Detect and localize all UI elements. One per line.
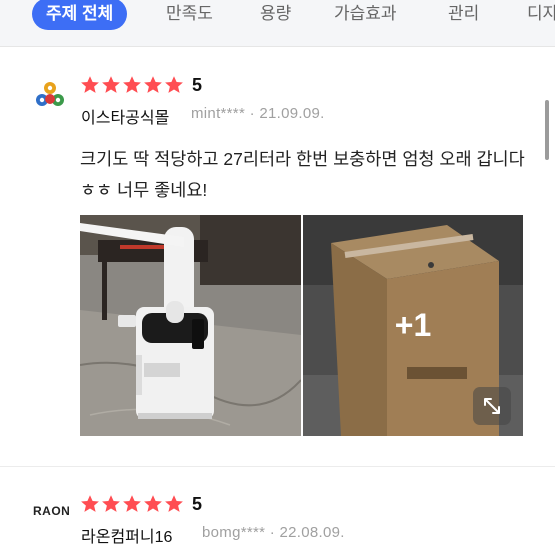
star-icon — [165, 76, 183, 93]
star-icon — [144, 76, 162, 93]
review-text: 크기도 딱 적당하고 27리터라 한번 보충하면 엄청 오래 갑니다 ㅎㅎ 너무… — [80, 149, 525, 200]
star-rating — [80, 494, 184, 514]
rating-score: 5 — [192, 494, 203, 514]
rating-score: 5 — [192, 75, 203, 95]
star-icon — [123, 76, 141, 93]
star-icon — [81, 76, 99, 93]
scrollbar-thumb[interactable] — [545, 100, 549, 160]
tab-maintenance[interactable]: 관리 — [448, 0, 479, 30]
star-icon — [102, 76, 120, 93]
store-name: 이스타공식몰 — [81, 110, 170, 127]
tab-all-topics[interactable]: 주제 전체 — [32, 0, 128, 30]
meta-separator: · — [249, 105, 260, 122]
tab-humidifying-effect[interactable]: 가습효과 — [334, 0, 397, 30]
review-divider — [0, 466, 555, 467]
review-date: 22.08.09. — [279, 524, 345, 541]
reviewer-id: bomg**** — [202, 524, 266, 541]
tab-capacity[interactable]: 용량 — [260, 0, 291, 30]
star-icon — [81, 495, 99, 512]
review-photo-humidifier[interactable] — [80, 215, 301, 436]
topic-tab-bar: 주제 전체 만족도 용량 가습효과 관리 디자 — [0, 0, 555, 46]
tab-bar-divider — [0, 46, 555, 47]
star-icon — [165, 495, 183, 512]
review-photo-box[interactable]: +1 — [303, 215, 523, 436]
meta-separator: · — [269, 524, 280, 541]
star-rating — [80, 75, 184, 95]
review-date: 21.09.09. — [259, 105, 325, 122]
expand-photo-button[interactable] — [473, 387, 511, 425]
star-icon — [123, 495, 141, 512]
star-icon — [144, 495, 162, 512]
tab-satisfaction[interactable]: 만족도 — [166, 0, 213, 30]
store-logo-icon — [36, 82, 64, 106]
star-icon — [102, 495, 120, 512]
reviewer-id: mint**** — [191, 105, 246, 122]
store-name: 라온컴퍼니16 — [81, 529, 173, 546]
store-logo: RAON — [33, 504, 71, 518]
review-meta: mint**** · 21.09.09. — [191, 105, 325, 122]
tab-design[interactable]: 디자 — [527, 0, 555, 30]
expand-icon — [484, 398, 500, 414]
review-meta: bomg**** · 22.08.09. — [202, 524, 345, 541]
